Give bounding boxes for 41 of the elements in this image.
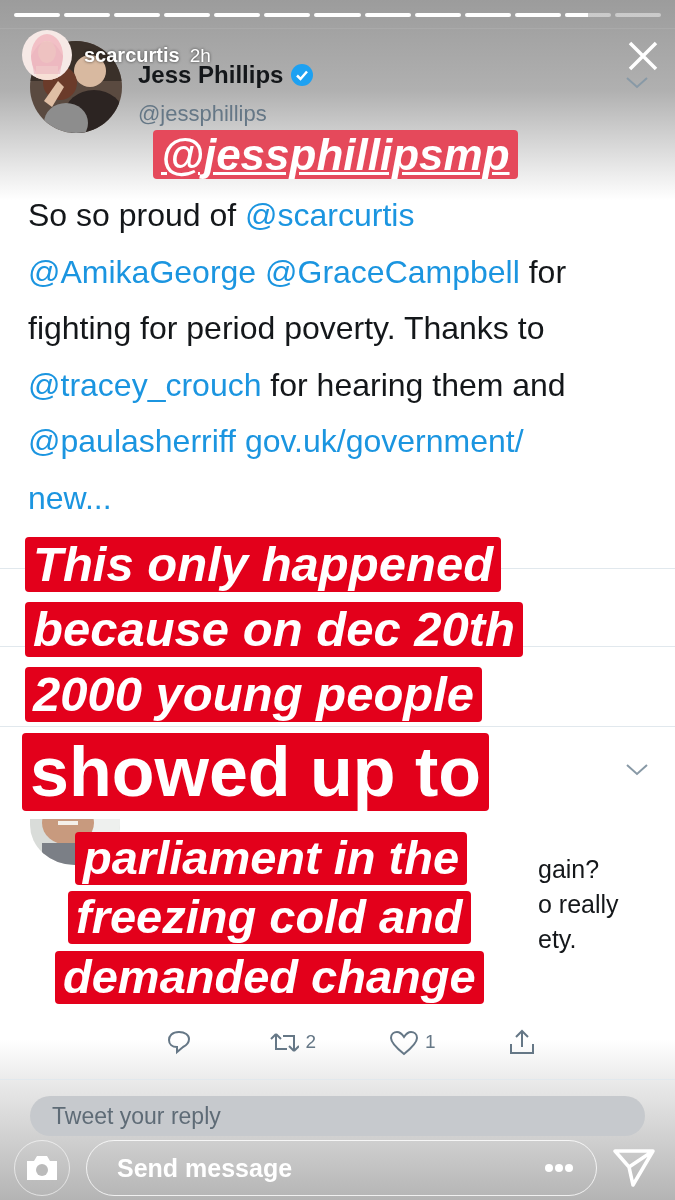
reply-text-fragment: o really <box>538 890 619 919</box>
story-progress-segment <box>514 13 561 17</box>
caption-sticker: This only happened <box>25 537 502 592</box>
heart-icon[interactable] <box>388 1028 419 1056</box>
reply-text-fragment: gain? <box>538 855 601 884</box>
story-progress-segment <box>364 13 411 17</box>
tweet-text: So so proud of @scarcurtis @AmikaGeorge @GraceCampbell for fighting for period poverty. Thanks to @tracey_crouch for hearing them and @paulasherriff gov.uk/government/ new... <box>28 196 568 518</box>
caption-sticker: parliament in the <box>75 832 468 885</box>
more-icon <box>545 1164 573 1172</box>
story-progress-segment <box>214 13 261 17</box>
mention-sticker: @jessphillipsmp <box>153 130 518 180</box>
send-icon[interactable] <box>613 1147 655 1189</box>
story-progress-segment <box>164 13 211 17</box>
caption-sticker: freezing cold and <box>68 891 471 944</box>
like-count: 1 <box>424 1029 436 1054</box>
tweet-link[interactable]: @AmikaGeorge <box>28 253 257 290</box>
tweet-link[interactable]: @GraceCampbell <box>265 253 520 290</box>
story-progress-segment <box>264 13 311 17</box>
story-progress-segment <box>564 13 611 17</box>
chevron-down-icon[interactable] <box>625 763 649 776</box>
caption-sticker: demanded change <box>55 951 484 1004</box>
close-icon[interactable] <box>627 40 659 72</box>
story-progress-segment <box>464 13 511 17</box>
caption-sticker: because on dec 20th <box>25 602 523 657</box>
reply-text-fragment: ety. <box>538 925 578 954</box>
tweet-link[interactable]: gov.uk/government/ <box>244 423 524 459</box>
tweet-link[interactable]: new... <box>28 479 112 516</box>
tweet-link[interactable]: @scarcurtis <box>245 197 415 233</box>
caption-sticker: showed up to <box>22 733 490 812</box>
story-progress-segment <box>114 13 161 17</box>
tweet-link[interactable]: @tracey_crouch <box>28 366 262 403</box>
tweet-link[interactable]: @paulasherriff <box>28 423 236 459</box>
retweet-count: 2 <box>305 1029 316 1054</box>
caption-sticker: 2000 young people <box>25 667 483 722</box>
story-progress-segment <box>14 13 61 17</box>
story-progress-segment <box>414 13 461 17</box>
author-handle: @jessphillips <box>138 100 268 128</box>
story-progress-segment <box>314 13 361 17</box>
tweet-reply-field[interactable]: Tweet your reply <box>30 1096 645 1136</box>
story-progress-segment <box>64 13 111 17</box>
message-field[interactable]: Send message <box>86 1140 597 1196</box>
